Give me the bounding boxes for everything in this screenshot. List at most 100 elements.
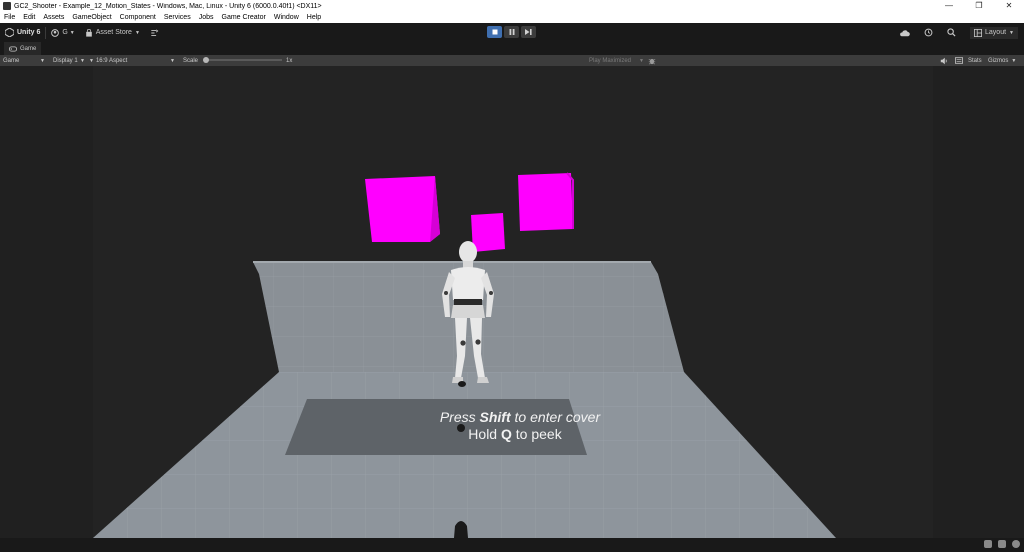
tab-game-label: Game [20,45,37,52]
unity-account-button[interactable]: Unity 6 [0,26,45,40]
status-icons [984,540,1020,548]
layout-label: Layout [985,29,1007,36]
menu-help[interactable]: Help [303,14,325,21]
scale-slider-handle[interactable] [203,57,209,63]
menu-services[interactable]: Services [160,14,195,21]
keyboard-icon [955,57,963,64]
version-control-icon [151,28,159,36]
gizmos-toggle[interactable]: Gizmos ▼ [988,55,1016,66]
cloud-icon[interactable] [899,29,910,37]
unity-version-label: Unity 6 [17,29,41,36]
stats-label: Stats [968,57,982,64]
asset-store-button[interactable]: Asset Store ▼ [80,26,145,40]
layout-dropdown[interactable]: Layout ▼ [970,26,1018,39]
menu-component[interactable]: Component [116,14,160,21]
display-select-value: Display 1 [53,57,78,64]
hint-key-shift: Shift [479,409,511,425]
asset-store-label: Asset Store [95,29,132,36]
account-dropdown[interactable]: G ▼ [46,26,79,40]
play-button[interactable] [487,26,502,38]
menu-assets[interactable]: Assets [39,14,68,21]
hint-text: Hold [468,426,501,442]
ground-marker [458,381,466,387]
hint-line-2: Hold Q to peek [93,426,933,442]
hint-key-q: Q [500,426,512,442]
magenta-cube-right [518,173,573,231]
window-title-bar: GC2_Shooter - Example_12_Motion_States -… [0,0,1024,12]
console-icon[interactable] [984,540,992,548]
scene-render [93,172,836,538]
menu-jobs[interactable]: Jobs [195,14,218,21]
pause-icon [509,29,514,35]
hint-text: to peek [511,426,562,442]
scale-control: Scale 1x [183,55,293,66]
minimize-icon[interactable]: — [934,0,964,12]
hint-text: Press [439,409,480,425]
scale-slider[interactable] [203,57,282,63]
play-mode-value: Play Maximized [589,57,632,64]
aspect-select-value: 16:9 Aspect [95,57,128,64]
hint-line-1: Press Shift to enter cover [93,409,933,425]
chevron-down-icon: ▼ [40,57,45,64]
magenta-cube-left [365,176,440,242]
scale-value: 1x [286,57,293,64]
menu-bar: File Edit Assets GameObject Component Se… [0,12,1024,23]
play-mode-select[interactable]: Play Maximized ▼ [589,55,644,66]
chevron-down-icon: ▼ [1009,29,1014,36]
version-control-button[interactable] [145,26,164,40]
view-select[interactable]: Game ▼ [3,55,47,66]
stats-toggle[interactable]: Stats [968,55,982,66]
pause-button[interactable] [504,26,519,38]
view-select-value: Game [3,57,20,64]
game-render[interactable]: Press Shift to enter cover Hold Q to pee… [93,66,933,538]
unity-app-icon [3,2,11,10]
letterbox-left [0,66,93,538]
mute-audio-button[interactable] [940,55,948,66]
progress-icon[interactable] [998,540,1006,548]
unity-logo-icon [5,28,14,37]
game-view-toolbar: Game ▼ Display 1 ▼ ▼ 16:9 Aspect ▼ Scale… [0,55,1024,66]
chevron-down-icon: ▼ [134,29,140,36]
tab-game[interactable]: Game [4,42,42,55]
account-label: G [62,29,68,36]
display-select[interactable]: Display 1 ▼ [53,55,85,66]
close-icon[interactable]: ✕ [994,0,1024,12]
hint-text: to enter cover [510,409,601,425]
speaker-icon [940,57,947,64]
status-bar [0,538,1024,552]
stats-button[interactable] [955,55,963,66]
step-button[interactable] [521,26,536,38]
chevron-down-icon: ▼ [89,57,94,64]
chevron-down-icon: ▼ [170,57,175,64]
bug-button[interactable] [648,55,656,66]
maximize-icon[interactable]: ❐ [964,0,994,12]
stop-icon [492,29,497,35]
chevron-down-icon: ▼ [80,57,85,64]
window-title: GC2_Shooter - Example_12_Motion_States -… [14,2,322,10]
game-viewport[interactable]: Press Shift to enter cover Hold Q to pee… [0,66,1024,538]
shopping-bag-icon [85,28,92,37]
gizmos-label: Gizmos [988,57,1009,64]
menu-game-creator[interactable]: Game Creator [218,14,270,21]
menu-edit[interactable]: Edit [19,14,39,21]
chevron-down-icon: ▼ [639,57,644,64]
history-icon[interactable] [924,28,933,37]
scale-label: Scale [183,57,199,64]
chevron-down-icon: ▼ [1011,57,1017,64]
gamepad-icon [9,45,17,52]
menu-window[interactable]: Window [270,14,303,21]
menu-file[interactable]: File [0,14,19,21]
step-icon [525,29,532,35]
toolbar-right: Layout ▼ [899,23,1018,42]
chevron-down-icon: ▼ [69,29,75,36]
magenta-cube-middle [471,213,505,252]
search-icon[interactable] [947,28,956,37]
play-controls [487,26,536,38]
settings-status-icon[interactable] [1012,540,1020,548]
account-icon [51,28,60,37]
layout-icon [974,28,983,37]
aspect-select[interactable]: ▼ 16:9 Aspect ▼ [89,55,177,66]
editor-tab-bar: Game [0,42,1024,55]
menu-gameobject[interactable]: GameObject [68,14,115,21]
bug-icon [648,58,656,64]
